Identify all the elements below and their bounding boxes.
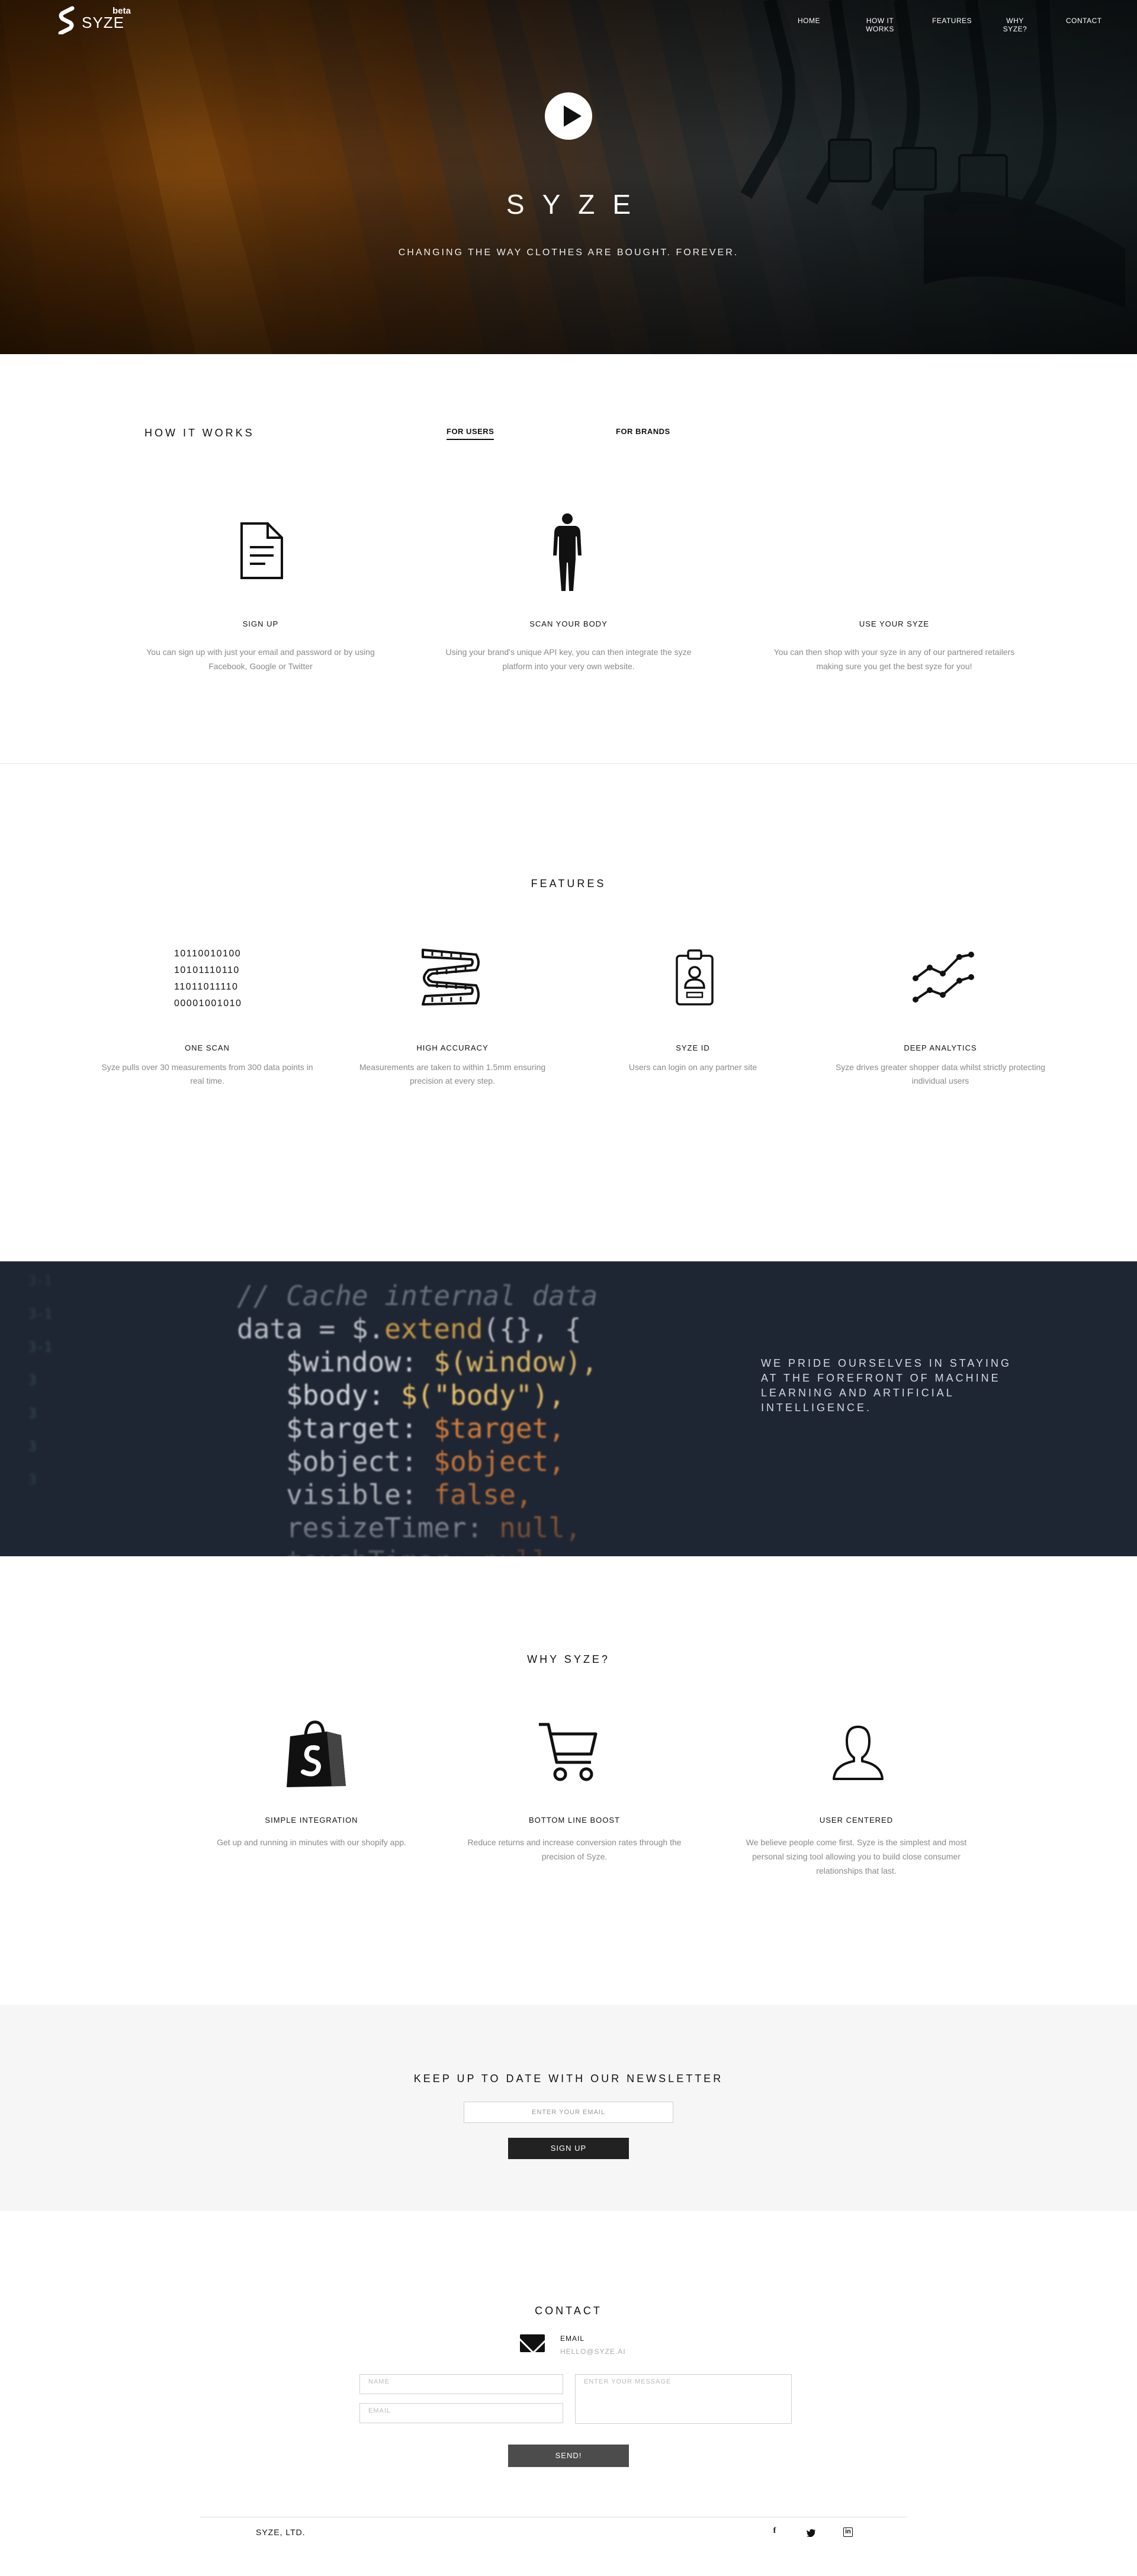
newsletter-heading: KEEP UP TO DATE WITH OUR NEWSLETTER: [413, 2073, 724, 2084]
id-badge-icon: [676, 949, 714, 1006]
newsletter-section: KEEP UP TO DATE WITH OUR NEWSLETTER ENTE…: [0, 2005, 1137, 2211]
feature-syze-id: SYZE ID Users can login on any partner s…: [586, 1043, 799, 1074]
tab-for-brands[interactable]: FOR BRANDS: [616, 427, 670, 436]
facebook-icon[interactable]: f: [769, 2526, 781, 2536]
nav-home[interactable]: HOME: [797, 17, 821, 33]
newsletter-sign-up-button[interactable]: SIGN UP: [508, 2138, 629, 2159]
feature-text: Syze pulls over 30 measurements from 300…: [101, 1062, 313, 1085]
binary-icon: 10110010100 10101110110 11011011110 0000…: [174, 946, 242, 1012]
why-title: SIMPLE INTEGRATION: [265, 1816, 358, 1825]
tab-for-users[interactable]: FOR USERS: [447, 427, 494, 440]
beta-label: beta: [113, 6, 131, 16]
contact-email-label: EMAIL: [560, 2334, 585, 2343]
hero-overlay: [0, 0, 1137, 354]
analytics-icon: [913, 952, 974, 1003]
feature-title: SYZE ID: [676, 1043, 710, 1052]
logo-text: SYZE: [82, 14, 124, 31]
how-it-works-heading: HOW IT WORKS: [144, 427, 255, 439]
footer-company: SYZE, LTD.: [256, 2527, 306, 2537]
feature-title: HIGH ACCURACY: [416, 1043, 489, 1052]
why-title: USER CENTERED: [819, 1816, 894, 1825]
why-bottom-line-boost: BOTTOM LINE BOOST Reduce returns and inc…: [456, 1816, 693, 1864]
feature-text: Measurements are taken to within 1.5mm e…: [359, 1062, 546, 1085]
contact-heading: CONTACT: [535, 2305, 602, 2317]
hero-title: SYZE: [506, 189, 649, 220]
why-text: Get up and running in minutes with our s…: [217, 1838, 406, 1847]
feature-one-scan: ONE SCAN Syze pulls over 30 measurements…: [101, 1043, 314, 1088]
play-icon[interactable]: [545, 92, 592, 140]
contact-email-value[interactable]: HELLO@SYZE.AI: [560, 2347, 626, 2356]
feature-text: Users can login on any partner site: [628, 1062, 757, 1072]
step-sign-up: SIGN UP You can sign up with just your e…: [136, 619, 385, 673]
contact-name-input[interactable]: NAME: [359, 2374, 563, 2394]
binary-line: 00001001010: [174, 998, 242, 1008]
banner-text: WE PRIDE OURSELVES IN STAYING AT THE FOR…: [761, 1357, 1012, 1414]
code-banner: 3-13-13-13333 // Cache internal datadata…: [0, 1261, 1137, 1556]
step-text: Using your brand's unique API key, you c…: [445, 647, 692, 671]
step-title: SCAN YOUR BODY: [529, 619, 608, 628]
step-title: USE YOUR SYZE: [859, 619, 930, 628]
contact-message-input[interactable]: ENTER YOUR MESSAGE: [575, 2374, 792, 2424]
main-nav: HOME HOW IT WORKS FEATURES WHY SYZE? CON…: [797, 17, 1101, 33]
measuring-tape-icon: [422, 949, 480, 1006]
why-text: Reduce returns and increase conversion r…: [467, 1838, 682, 1861]
why-simple-integration: SIMPLE INTEGRATION Get up and running in…: [193, 1816, 430, 1849]
nav-contact[interactable]: CONTACT: [1066, 17, 1101, 33]
hero-subtitle: CHANGING THE WAY CLOTHES ARE BOUGHT. FOR…: [398, 248, 739, 258]
syze-logo-icon: [58, 6, 75, 34]
step-scan-your-body: SCAN YOUR BODY Using your brand's unique…: [444, 619, 693, 673]
features-heading: FEATURES: [531, 878, 606, 889]
step-text: You can sign up with just your email and…: [146, 647, 375, 671]
step-use-your-syze: USE YOUR SYZE You can then shop with you…: [770, 619, 1019, 673]
step-text: You can then shop with your syze in any …: [773, 647, 1015, 671]
feature-title: ONE SCAN: [185, 1043, 230, 1052]
linkedin-icon[interactable]: in: [843, 2527, 853, 2537]
contact-email-input[interactable]: EMAIL: [359, 2403, 563, 2423]
why-text: We believe people come first. Syze is th…: [746, 1838, 967, 1875]
send-button[interactable]: SEND!: [508, 2445, 629, 2467]
feature-deep-analytics: DEEP ANALYTICS Syze drives greater shopp…: [834, 1043, 1047, 1088]
user-icon: [833, 1726, 884, 1780]
nav-why-syze[interactable]: WHY SYZE?: [994, 17, 1036, 33]
binary-line: 10110010100: [174, 949, 242, 959]
hero-section: SYZE beta HOME HOW IT WORKS FEATURES WHY…: [0, 0, 1137, 354]
shopify-bag-icon: [287, 1720, 346, 1787]
binary-line: 10101110110: [174, 965, 240, 975]
nav-features[interactable]: FEATURES: [932, 17, 972, 33]
why-user-centered: USER CENTERED We believe people come fir…: [738, 1816, 975, 1878]
document-icon: [240, 522, 283, 579]
nav-how-it-works[interactable]: HOW IT WORKS: [852, 17, 908, 33]
shopping-cart-icon: [539, 1723, 598, 1781]
why-title: BOTTOM LINE BOOST: [528, 1816, 620, 1825]
feature-high-accuracy: HIGH ACCURACY Measurements are taken to …: [346, 1043, 559, 1088]
human-body-icon: [553, 513, 582, 591]
feature-text: Syze drives greater shopper data whilst …: [835, 1062, 1046, 1085]
twitter-icon[interactable]: [805, 2529, 817, 2537]
newsletter-email-input[interactable]: ENTER YOUR EMAIL: [464, 2102, 673, 2123]
logo[interactable]: SYZE beta: [58, 6, 131, 34]
step-title: SIGN UP: [242, 619, 279, 628]
why-syze-heading: WHY SYZE?: [527, 1653, 610, 1665]
section-divider: [0, 763, 1137, 764]
feature-title: DEEP ANALYTICS: [904, 1043, 977, 1052]
envelope-icon: [520, 2334, 545, 2352]
binary-line: 11011011110: [174, 982, 239, 992]
